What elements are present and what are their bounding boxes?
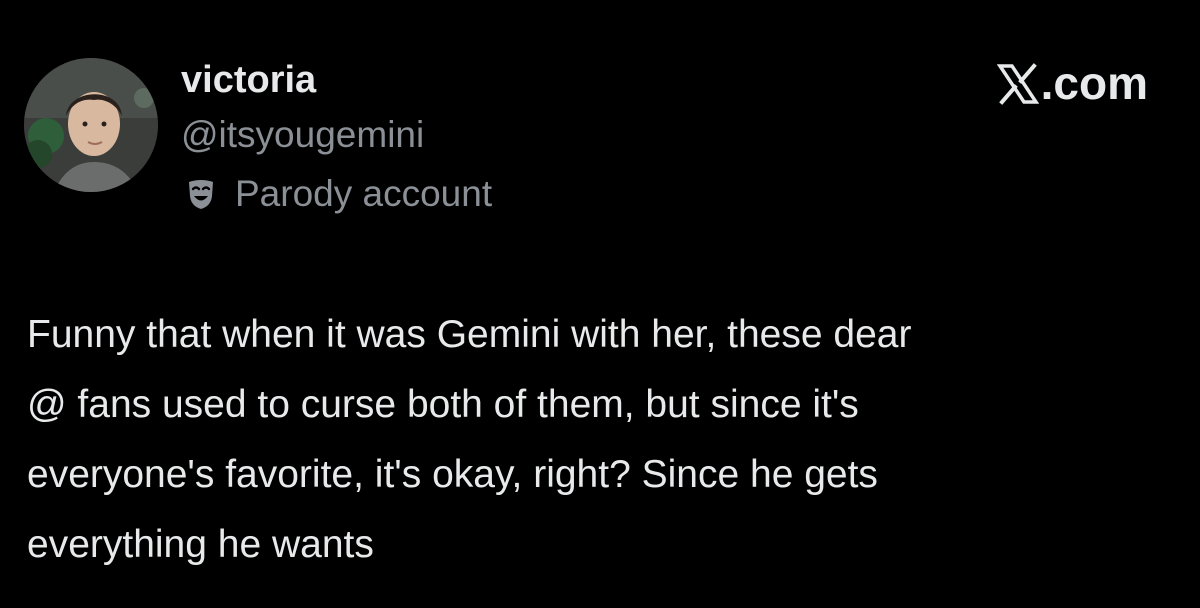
brand-domain-text: .com <box>1040 57 1148 109</box>
display-name[interactable]: victoria <box>181 56 316 104</box>
user-handle[interactable]: @itsyougemini <box>181 112 424 158</box>
x-com-watermark: .com <box>996 56 1148 110</box>
parody-account-text: Parody account <box>235 173 493 214</box>
post-card: victoria @itsyougemini Parody account .c… <box>0 0 1200 608</box>
theater-mask-icon <box>181 174 221 214</box>
post-body-text: Funny that when it was Gemini with her, … <box>27 313 912 566</box>
avatar[interactable] <box>24 58 158 192</box>
parody-account-label: Parody account <box>181 169 492 219</box>
x-logo-icon <box>996 62 1039 105</box>
profile-photo <box>24 58 158 192</box>
